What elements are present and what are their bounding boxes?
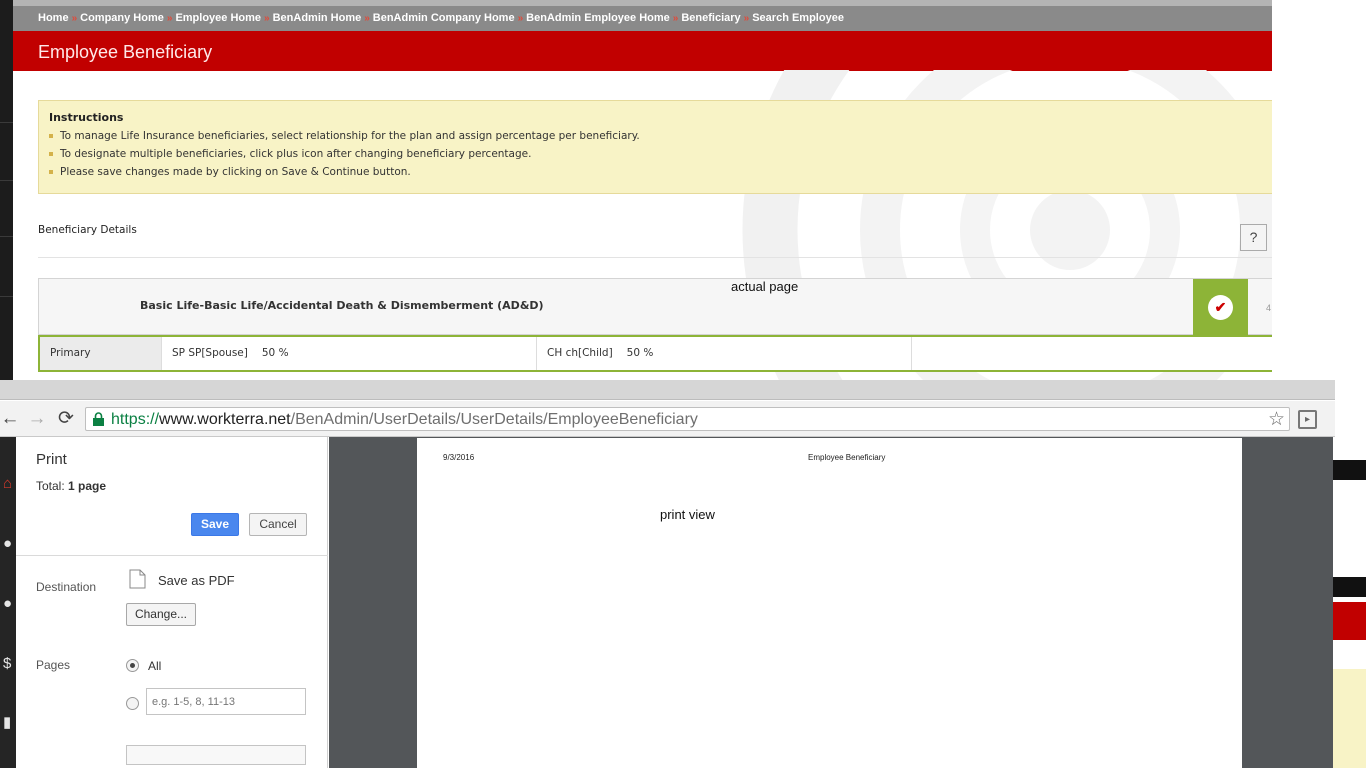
address-bar[interactable]: https://www.workterra.net/BenAdmin/UserD… xyxy=(85,407,1290,431)
row-label: Primary xyxy=(40,337,162,370)
beneficiary-cell[interactable]: CH ch[Child] 50 % xyxy=(537,337,912,370)
plan-name: Basic Life-Basic Life/Accidental Death &… xyxy=(140,299,544,312)
annotation-actual-page: actual page xyxy=(731,279,799,294)
breadcrumb-item[interactable]: BenAdmin Home xyxy=(273,12,362,24)
save-button[interactable]: Save xyxy=(191,513,239,536)
home-icon: ⌂ xyxy=(3,475,13,492)
print-dialog-screenshot: ← → ⟳ https://www.workterra.net/BenAdmin… xyxy=(0,380,1366,768)
browser-toolbar: ← → ⟳ https://www.workterra.net/BenAdmin… xyxy=(0,401,1335,437)
right-page-strip xyxy=(1333,437,1366,768)
breadcrumb-item[interactable]: Search Employee xyxy=(752,12,844,24)
help-button[interactable]: ? xyxy=(1240,224,1267,251)
cancel-button[interactable]: Cancel xyxy=(249,513,307,536)
check-icon: ✔ xyxy=(1208,295,1233,320)
beneficiary-cell[interactable]: SP SP[Spouse] 50 % xyxy=(162,337,537,370)
preview-title: Employee Beneficiary xyxy=(808,453,886,462)
breadcrumb-separator-icon: » xyxy=(517,13,524,24)
breadcrumb-item[interactable]: Employee Home xyxy=(175,12,261,24)
breadcrumb-item[interactable]: Company Home xyxy=(80,12,164,24)
bullet-icon xyxy=(49,170,53,174)
print-preview-area: 9/3/2016 Employee Beneficiary xyxy=(329,437,1333,768)
plan-select-toggle[interactable]: ✔ xyxy=(1193,279,1248,335)
pages-all-radio[interactable] xyxy=(126,659,139,672)
breadcrumb-separator-icon: » xyxy=(364,13,370,24)
browser-tabstrip xyxy=(0,380,1335,400)
extension-icon[interactable]: ▸ xyxy=(1298,410,1317,429)
title-bar: Employee Beneficiary xyxy=(13,31,1272,71)
file-icon xyxy=(129,569,146,589)
user-icon: ● xyxy=(3,535,13,552)
annotation-print-view: print view xyxy=(660,507,715,522)
pages-range-radio[interactable] xyxy=(126,697,139,710)
breadcrumb: Home» Company Home» Employee Home» BenAdmin… xyxy=(13,0,1272,31)
section-label: Beneficiary Details xyxy=(38,224,137,236)
beneficiary-name: CH ch[Child] xyxy=(547,347,613,359)
divider xyxy=(38,257,1272,258)
breadcrumb-item[interactable]: BenAdmin Employee Home xyxy=(526,12,670,24)
instruction-item: Please save changes made by clicking on … xyxy=(49,165,640,183)
left-nav-strip xyxy=(0,0,13,380)
beneficiary-name: SP SP[Spouse] xyxy=(172,347,248,359)
instructions-panel: Instructions To manage Life Insurance be… xyxy=(38,100,1272,194)
instructions-list: To manage Life Insurance beneficiaries, … xyxy=(49,129,640,183)
pages-all-label: All xyxy=(148,659,162,673)
users-icon: ● xyxy=(3,595,13,612)
reload-icon[interactable]: ⟳ xyxy=(56,408,76,430)
forward-icon[interactable]: → xyxy=(27,408,47,430)
breadcrumb-separator-icon: » xyxy=(264,13,270,24)
page-total: Total: 1 page xyxy=(36,479,107,493)
bookmark-star-icon[interactable]: ☆ xyxy=(1268,408,1285,431)
destination-label: Destination xyxy=(36,580,97,594)
left-icon-strip: ⌂ ● ● $ ▮ xyxy=(0,437,16,768)
back-icon[interactable]: ← xyxy=(0,408,20,430)
bullet-icon xyxy=(49,152,53,156)
bullet-icon xyxy=(49,134,53,138)
destination-value: Save as PDF xyxy=(158,573,235,588)
money-icon: $ xyxy=(3,655,12,672)
breadcrumb-item[interactable]: BenAdmin Company Home xyxy=(373,12,515,24)
beneficiary-percent: 50 % xyxy=(626,347,654,359)
pages-label: Pages xyxy=(36,658,71,672)
plan-tail-text: 4 xyxy=(1266,303,1272,313)
instructions-heading: Instructions xyxy=(49,111,124,124)
preview-date: 9/3/2016 xyxy=(443,453,475,462)
print-settings-panel: Print Total: 1 page Save Cancel Destinat… xyxy=(16,437,328,768)
plan-header: Basic Life-Basic Life/Accidental Death &… xyxy=(38,278,1272,335)
breadcrumb-separator-icon: » xyxy=(743,13,750,24)
breadcrumb-separator-icon: » xyxy=(166,13,173,24)
url-text: https://www.workterra.net/BenAdmin/UserD… xyxy=(111,411,698,428)
actual-page-screenshot: Home» Company Home» Employee Home» BenAdmin… xyxy=(0,0,1272,380)
breadcrumb-item[interactable]: Beneficiary xyxy=(681,12,740,24)
instruction-item: To manage Life Insurance beneficiaries, … xyxy=(49,129,640,147)
lock-icon xyxy=(93,412,104,426)
pages-range-input[interactable] xyxy=(146,688,306,715)
print-title: Print xyxy=(36,451,67,468)
instruction-item: To designate multiple beneficiaries, cli… xyxy=(49,147,640,165)
chart-icon: ▮ xyxy=(3,714,12,731)
breadcrumb-item[interactable]: Home xyxy=(38,12,69,24)
layout-select[interactable] xyxy=(126,745,306,765)
divider xyxy=(16,555,328,556)
breadcrumb-separator-icon: » xyxy=(71,13,78,24)
primary-beneficiary-row: Primary SP SP[Spouse] 50 % CH ch[Child] 50… xyxy=(38,335,1272,372)
beneficiary-percent: 50 % xyxy=(261,347,289,359)
change-destination-button[interactable]: Change... xyxy=(126,603,196,626)
preview-page: 9/3/2016 Employee Beneficiary xyxy=(417,438,1242,768)
breadcrumb-separator-icon: » xyxy=(672,13,679,24)
page-title: Employee Beneficiary xyxy=(38,42,213,62)
